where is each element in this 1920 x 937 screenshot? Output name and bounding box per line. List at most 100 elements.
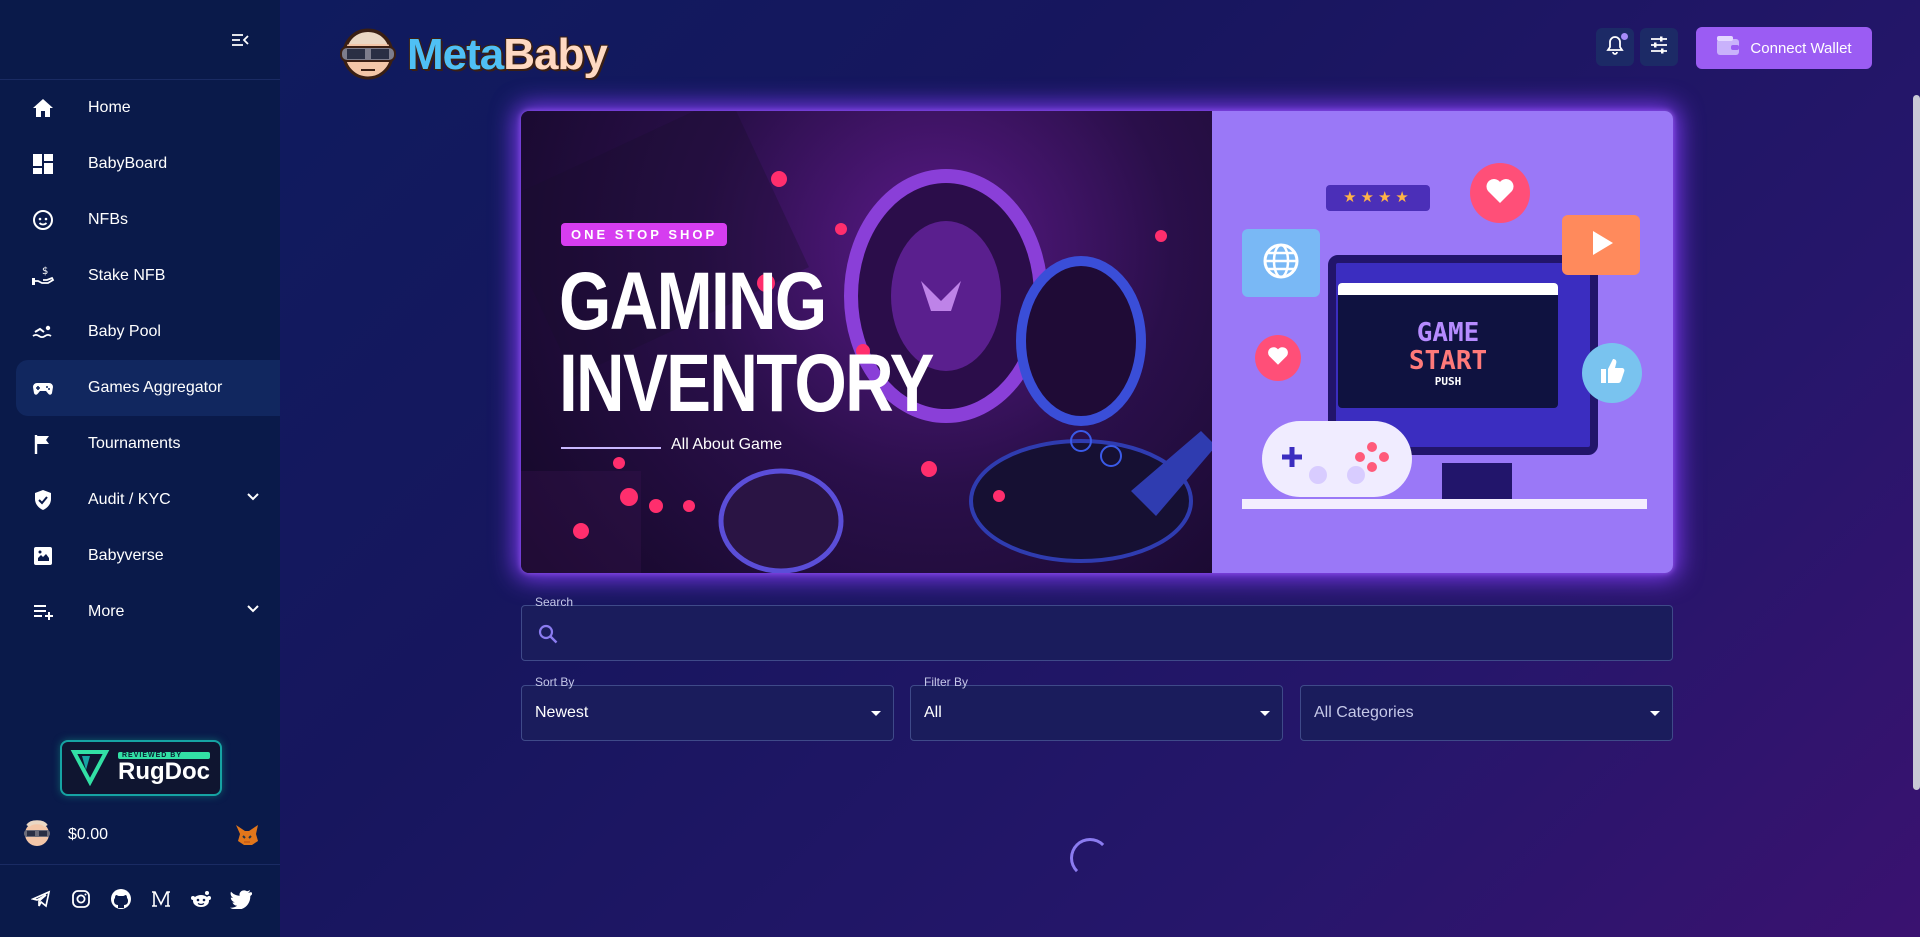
sidebar-divider xyxy=(0,864,280,865)
sidebar-item-games-aggregator[interactable]: Games Aggregator xyxy=(16,360,280,416)
notification-dot xyxy=(1621,33,1628,40)
github-icon[interactable] xyxy=(110,888,132,910)
sidebar-item-tournaments[interactable]: Tournaments xyxy=(0,416,280,472)
banner-title-line1: GAMING xyxy=(559,256,827,347)
play-tile xyxy=(1562,215,1640,275)
sidebar-item-home[interactable]: Home xyxy=(0,80,280,136)
sidebar-item-babyverse[interactable]: Babyverse xyxy=(0,528,280,584)
heart-icon xyxy=(1267,346,1289,371)
twitter-icon[interactable] xyxy=(230,888,252,910)
sidebar-item-more[interactable]: More xyxy=(0,584,280,640)
sidebar-item-babyboard[interactable]: BabyBoard xyxy=(0,136,280,192)
sliders-icon xyxy=(1649,36,1669,59)
sidebar-item-label: BabyBoard xyxy=(88,155,168,172)
screen-title-bar xyxy=(1338,283,1558,295)
banner-tag: ONE STOP SHOP xyxy=(561,223,728,246)
dropdown-arrow-icon xyxy=(1260,711,1270,716)
heart-bubble xyxy=(1470,163,1530,223)
shelf-illustration xyxy=(1242,499,1647,509)
playlist-add-icon xyxy=(30,599,56,625)
play-icon xyxy=(1585,227,1617,264)
settings-button[interactable] xyxy=(1640,28,1678,66)
loading-spinner xyxy=(1070,838,1110,878)
svg-text:$: $ xyxy=(42,266,48,277)
rugdoc-badge[interactable]: REVIEWED BY RugDoc xyxy=(60,740,222,796)
category-value: All Categories xyxy=(1314,704,1414,721)
sidebar-item-nfbs[interactable]: NFBs xyxy=(0,192,280,248)
screen-line-push: PUSH xyxy=(1434,375,1462,388)
logo-text-baby: Baby xyxy=(503,29,608,79)
screen-line-start: START xyxy=(1408,346,1488,376)
sidebar-item-label: Audit / KYC xyxy=(88,491,171,508)
category-select[interactable]: All Categories xyxy=(1300,685,1673,741)
metamask-fox-icon[interactable] xyxy=(234,823,260,852)
thumbs-up-bubble xyxy=(1582,343,1642,403)
sidebar-item-label: Home xyxy=(88,99,131,116)
notifications-button[interactable] xyxy=(1596,28,1634,66)
banner-game-start-illustration: ★★★★ GAME START PUSH xyxy=(1212,111,1673,573)
reddit-icon[interactable] xyxy=(190,888,212,910)
monitor-screen: GAME START PUSH xyxy=(1338,283,1558,408)
search-icon xyxy=(538,624,558,649)
babyverse-icon xyxy=(30,543,56,569)
page-scrollbar[interactable] xyxy=(1913,95,1920,790)
instagram-icon[interactable] xyxy=(70,888,92,910)
thumbs-up-icon xyxy=(1598,357,1626,390)
sidebar-item-label: Stake NFB xyxy=(88,267,166,284)
shield-check-icon xyxy=(30,487,56,513)
metababy-logo[interactable]: MetaBaby xyxy=(335,22,608,87)
filter-by-label: Filter By xyxy=(924,675,969,689)
heart-icon xyxy=(1485,178,1515,209)
chevron-down-icon xyxy=(246,490,260,509)
search-input[interactable] xyxy=(572,616,1652,652)
dashboard-icon xyxy=(30,151,56,177)
social-links xyxy=(30,888,252,910)
filter-by-value: All xyxy=(924,704,942,721)
sidebar-item-stake-nfb[interactable]: $ Stake NFB xyxy=(0,248,280,304)
telegram-icon[interactable] xyxy=(30,888,52,910)
sort-by-select[interactable]: Sort By Newest xyxy=(521,675,894,741)
globe-icon xyxy=(1261,241,1301,286)
medium-icon[interactable] xyxy=(150,888,172,910)
sidebar-item-label: NFBs xyxy=(88,211,128,228)
sort-by-label: Sort By xyxy=(535,675,575,689)
chevron-down-icon xyxy=(246,602,260,621)
banner-subtitle: All About Game xyxy=(671,436,783,453)
sidebar-header xyxy=(0,0,280,80)
logo-text-meta: Meta xyxy=(407,29,504,79)
banner-title-line2: INVENTORY xyxy=(559,338,934,429)
flag-icon xyxy=(30,431,56,457)
globe-tile xyxy=(1242,229,1320,297)
search-field[interactable]: Search xyxy=(521,595,1673,661)
hero-banner: ONE STOP SHOP GAMING INVENTORY All About… xyxy=(521,111,1673,573)
swimmer-icon xyxy=(30,319,56,345)
search-label: Search xyxy=(535,595,574,609)
gamepad-icon xyxy=(30,375,56,401)
sidebar-item-label: More xyxy=(88,603,125,620)
home-icon xyxy=(30,95,56,121)
balance-row: $0.00 xyxy=(20,818,260,853)
rugdoc-name: RugDoc xyxy=(118,757,210,785)
baby-face-icon xyxy=(30,207,56,233)
wallet-icon xyxy=(1716,35,1740,61)
baby-mascot-icon xyxy=(335,22,401,87)
menu-collapse-icon[interactable] xyxy=(230,30,250,50)
controller-illustration xyxy=(1262,421,1412,497)
heart-bubble-small xyxy=(1255,335,1301,381)
connect-wallet-button[interactable]: Connect Wallet xyxy=(1696,27,1872,69)
sidebar-item-audit-kyc[interactable]: Audit / KYC xyxy=(0,472,280,528)
rating-stars: ★★★★ xyxy=(1326,185,1430,211)
screen-line-game: GAME xyxy=(1416,318,1480,348)
dropdown-arrow-icon xyxy=(1650,711,1660,716)
baby-avatar-icon xyxy=(20,818,54,853)
connect-wallet-label: Connect Wallet xyxy=(1750,39,1852,57)
sidebar: Home BabyBoard NFBs $ Stake NFB Baby Poo… xyxy=(0,0,280,937)
sort-by-value: Newest xyxy=(535,704,589,721)
banner-sub-divider xyxy=(561,447,661,449)
logo-text: MetaBaby xyxy=(407,29,608,80)
filter-by-select[interactable]: Filter By All xyxy=(910,675,1283,741)
banner-gaming-image: ONE STOP SHOP GAMING INVENTORY All About… xyxy=(521,111,1212,573)
sidebar-item-baby-pool[interactable]: Baby Pool xyxy=(0,304,280,360)
sidebar-item-label: Babyverse xyxy=(88,547,164,564)
sidebar-item-label: Tournaments xyxy=(88,435,181,452)
